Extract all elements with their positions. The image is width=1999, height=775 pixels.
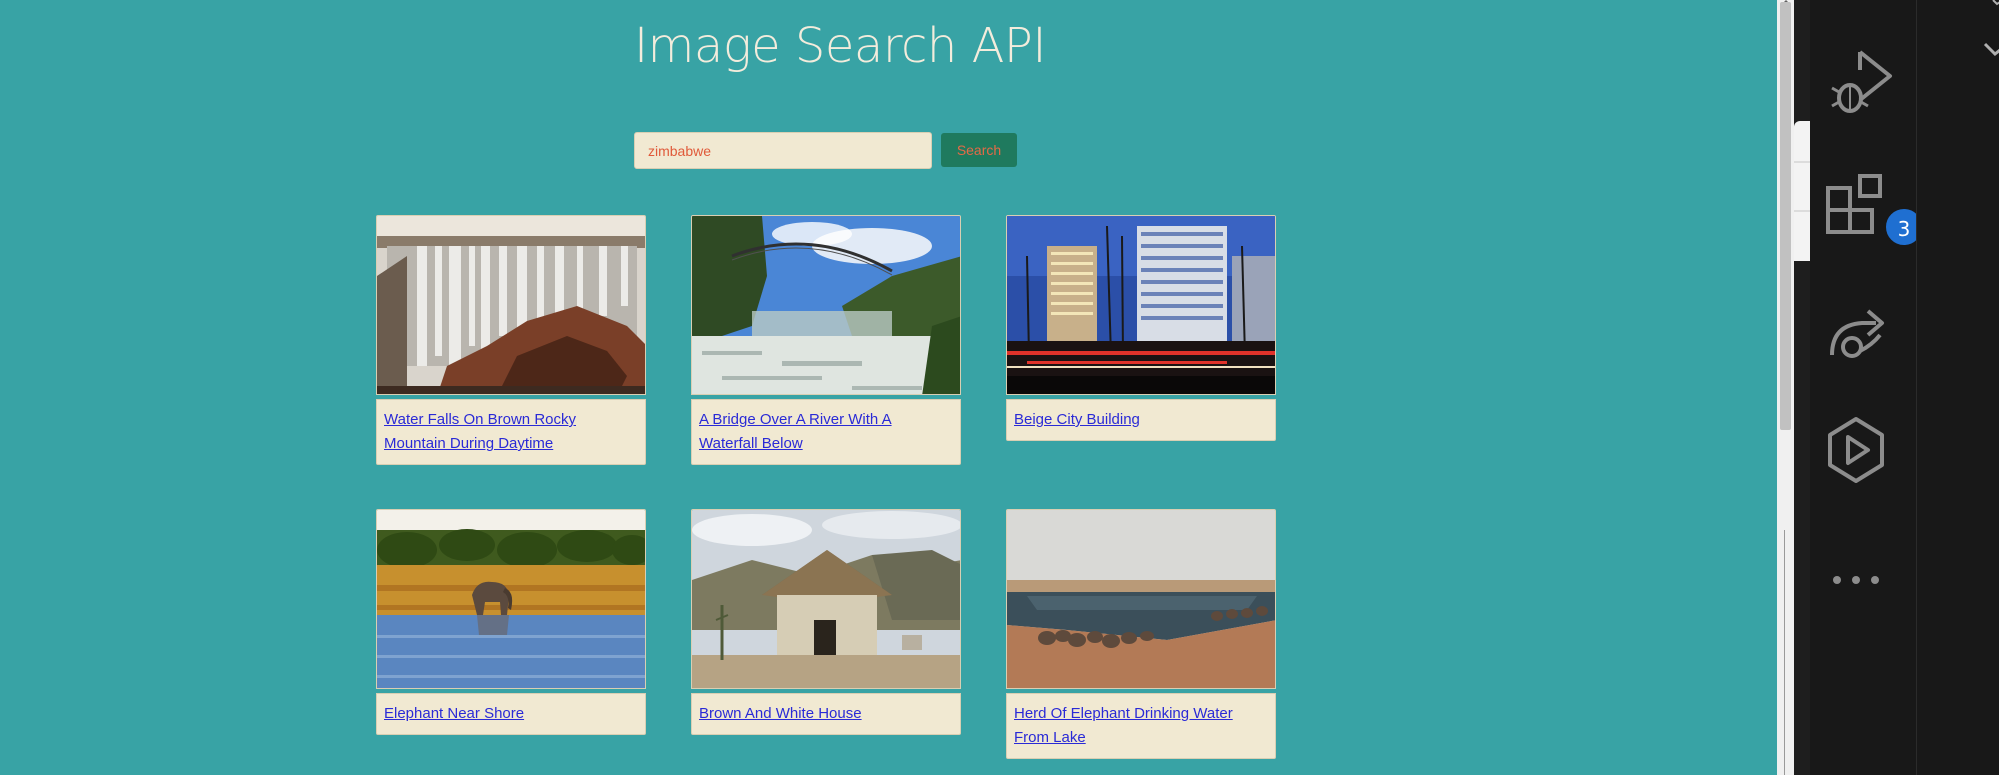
result-image-bridge[interactable] bbox=[691, 215, 961, 395]
result-card: A Bridge Over A River With A Waterfall B… bbox=[691, 215, 961, 465]
result-image-waterfall[interactable] bbox=[376, 215, 646, 395]
search-button[interactable]: Search bbox=[941, 133, 1017, 167]
search-input[interactable] bbox=[634, 132, 932, 169]
result-link[interactable]: Beige City Building bbox=[1014, 411, 1140, 428]
result-image-herd[interactable] bbox=[1006, 509, 1276, 689]
result-card: Herd Of Elephant Drinking Water From Lak… bbox=[1006, 509, 1276, 759]
scroll-track-line bbox=[1784, 530, 1785, 775]
result-caption: A Bridge Over A River With A Waterfall B… bbox=[691, 399, 961, 465]
remote-explorer-icon[interactable] bbox=[1810, 285, 1916, 385]
side-panel bbox=[1916, 0, 1999, 775]
scroll-thumb[interactable] bbox=[1780, 2, 1791, 430]
activity-bar: 3 bbox=[1810, 0, 1924, 775]
result-link[interactable]: Elephant Near Shore bbox=[384, 705, 524, 722]
chevron-down-icon[interactable] bbox=[1917, 0, 1999, 80]
result-caption: Herd Of Elephant Drinking Water From Lak… bbox=[1006, 693, 1276, 759]
more-icon[interactable] bbox=[1810, 530, 1916, 630]
live-share-icon[interactable] bbox=[1810, 405, 1916, 505]
result-link[interactable]: A Bridge Over A River With A Waterfall B… bbox=[699, 411, 892, 452]
result-caption: Brown And White House bbox=[691, 693, 961, 735]
result-card: Water Falls On Brown Rocky Mountain Duri… bbox=[376, 215, 646, 465]
result-image-house[interactable] bbox=[691, 509, 961, 689]
page-title: Image Search API bbox=[634, 18, 1047, 74]
panel-edge-divider bbox=[1794, 161, 1810, 163]
result-card: Brown And White House bbox=[691, 509, 961, 735]
result-card: Beige City Building bbox=[1006, 215, 1276, 441]
result-link[interactable]: Herd Of Elephant Drinking Water From Lak… bbox=[1014, 705, 1233, 746]
panel-edge-divider bbox=[1794, 210, 1810, 212]
panel-edge bbox=[1794, 0, 1810, 775]
result-link[interactable]: Brown And White House bbox=[699, 705, 862, 722]
run-and-debug-icon[interactable] bbox=[1810, 30, 1916, 130]
page-scrollbar[interactable] bbox=[1777, 0, 1794, 775]
result-card: Elephant Near Shore bbox=[376, 509, 646, 735]
result-link[interactable]: Water Falls On Brown Rocky Mountain Duri… bbox=[384, 411, 576, 452]
result-caption: Water Falls On Brown Rocky Mountain Duri… bbox=[376, 399, 646, 465]
result-image-city[interactable] bbox=[1006, 215, 1276, 395]
result-caption: Elephant Near Shore bbox=[376, 693, 646, 735]
image-search-page: Image Search API Search bbox=[0, 0, 1777, 775]
panel-edge-light bbox=[1794, 121, 1810, 261]
result-image-elephant[interactable] bbox=[376, 509, 646, 689]
result-caption: Beige City Building bbox=[1006, 399, 1276, 441]
